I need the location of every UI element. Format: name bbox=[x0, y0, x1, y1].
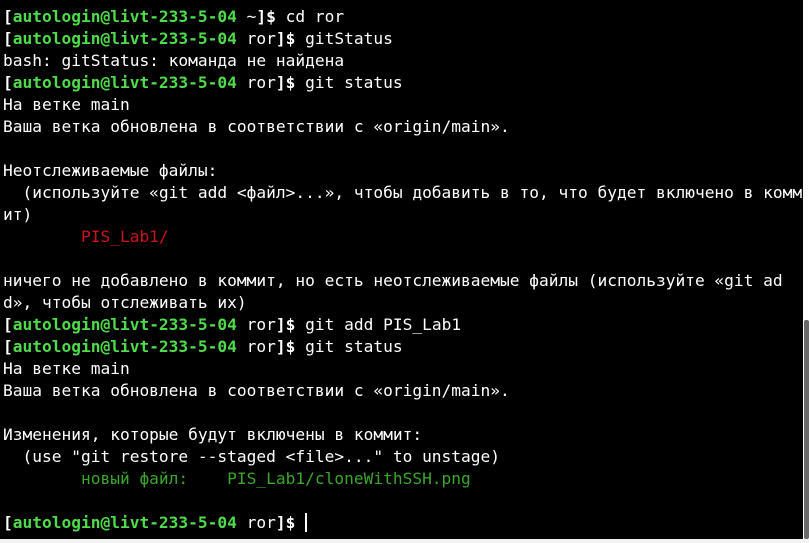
prompt-line: [autologin@livt-233-5-04 ror]$ git statu… bbox=[3, 336, 795, 358]
prompt-directory: ror bbox=[246, 513, 276, 532]
prompt-symbol: ]$ bbox=[256, 7, 286, 26]
output-line: Неотслеживаемые файлы: bbox=[3, 160, 795, 182]
prompt-line: [autologin@livt-233-5-04 ~]$ cd ror bbox=[3, 6, 795, 28]
output-text: ит) bbox=[3, 205, 33, 224]
output-line: Изменения, которые будут включены в комм… bbox=[3, 424, 795, 446]
output-line: На ветке main bbox=[3, 358, 795, 380]
output-line: новый файл: PIS_Lab1/cloneWithSSH.png bbox=[3, 468, 795, 490]
terminal-view[interactable]: [autologin@livt-233-5-04 ~]$ cd ror [auto… bbox=[0, 0, 805, 539]
prompt-line: [autologin@livt-233-5-04 ror]$ gitStatus bbox=[3, 28, 795, 50]
output-text: Ваша ветка обновлена в соответствии с «o… bbox=[3, 381, 510, 400]
prompt-user-host: autologin@livt-233-5-04 bbox=[12, 7, 237, 26]
prompt-user-host: autologin@livt-233-5-04 bbox=[12, 513, 237, 532]
output-line: На ветке main bbox=[3, 94, 795, 116]
output-text: (используйте «git add <файл>...», чтобы … bbox=[3, 183, 803, 202]
output-text: (use "git restore --staged <file>..." to… bbox=[3, 447, 501, 466]
prompt-directory: ror bbox=[246, 337, 276, 356]
command-text: cd ror bbox=[285, 7, 345, 26]
output-text: Неотслеживаемые файлы: bbox=[3, 161, 218, 180]
prompt-directory: ror bbox=[246, 73, 276, 92]
prompt-directory: ror bbox=[246, 29, 276, 48]
output-text: bash: gitStatus: команда не найдена bbox=[3, 51, 345, 70]
output-line: ит) bbox=[3, 204, 795, 226]
scrollbar-thumb[interactable] bbox=[804, 320, 809, 539]
output-line: Ваша ветка обновлена в соответствии с «o… bbox=[3, 380, 795, 402]
prompt-bracket-open: [ bbox=[3, 337, 13, 356]
prompt-directory: ror bbox=[246, 315, 276, 334]
prompt-line: [autologin@livt-233-5-04 ror]$ bbox=[3, 512, 795, 534]
output-line: PIS_Lab1/ bbox=[3, 226, 795, 248]
prompt-user-host: autologin@livt-233-5-04 bbox=[12, 73, 237, 92]
command-text: gitStatus bbox=[305, 29, 393, 48]
prompt-bracket-open: [ bbox=[3, 315, 13, 334]
untracked-file: PIS_Lab1/ bbox=[3, 227, 169, 246]
prompt-line: [autologin@livt-233-5-04 ror]$ git add P… bbox=[3, 314, 795, 336]
prompt-user-host: autologin@livt-233-5-04 bbox=[12, 337, 237, 356]
output-line: (use "git restore --staged <file>..." to… bbox=[3, 446, 795, 468]
prompt-symbol: ]$ bbox=[275, 315, 306, 334]
output-line: (используйте «git add <файл>...», чтобы … bbox=[3, 182, 802, 204]
output-line: bash: gitStatus: команда не найдена bbox=[3, 50, 795, 72]
output-text: ничего не добавлено в коммит, но есть не… bbox=[3, 271, 783, 290]
output-text: d», чтобы отслеживать их) bbox=[3, 293, 247, 312]
output-text: На ветке main bbox=[3, 359, 130, 378]
prompt-directory: ~ bbox=[246, 7, 257, 26]
prompt-line: [autologin@livt-233-5-04 ror]$ git statu… bbox=[3, 72, 795, 94]
output-line: ничего не добавлено в коммит, но есть не… bbox=[3, 270, 795, 292]
command-text: git add PIS_Lab1 bbox=[305, 315, 462, 334]
output-text: Изменения, которые будут включены в комм… bbox=[3, 425, 423, 444]
prompt-bracket-open: [ bbox=[3, 73, 13, 92]
output-line: d», чтобы отслеживать их) bbox=[3, 292, 795, 314]
terminal-window: [autologin@livt-233-5-04 ~]$ cd ror [auto… bbox=[0, 0, 809, 543]
window-bottom-edge bbox=[0, 539, 809, 543]
command-text: git status bbox=[305, 73, 403, 92]
prompt-symbol: ]$ bbox=[275, 29, 306, 48]
prompt-user-host: autologin@livt-233-5-04 bbox=[12, 29, 237, 48]
prompt-bracket-open: [ bbox=[3, 29, 13, 48]
terminal-output[interactable]: [autologin@livt-233-5-04 ~]$ cd ror [auto… bbox=[3, 6, 802, 534]
output-line: Ваша ветка обновлена в соответствии с «o… bbox=[3, 116, 795, 138]
output-text: Ваша ветка обновлена в соответствии с «o… bbox=[3, 117, 510, 136]
scrollbar[interactable] bbox=[803, 0, 809, 539]
prompt-bracket-open: [ bbox=[3, 513, 13, 532]
staged-file: новый файл: PIS_Lab1/cloneWithSSH.png bbox=[3, 469, 471, 488]
prompt-user-host: autologin@livt-233-5-04 bbox=[12, 315, 237, 334]
output-text: На ветке main bbox=[3, 95, 130, 114]
command-text: git status bbox=[305, 337, 403, 356]
prompt-symbol: ]$ bbox=[275, 513, 306, 532]
prompt-bracket-open: [ bbox=[3, 7, 13, 26]
text-cursor bbox=[305, 513, 308, 532]
prompt-symbol: ]$ bbox=[275, 337, 306, 356]
prompt-symbol: ]$ bbox=[275, 73, 306, 92]
